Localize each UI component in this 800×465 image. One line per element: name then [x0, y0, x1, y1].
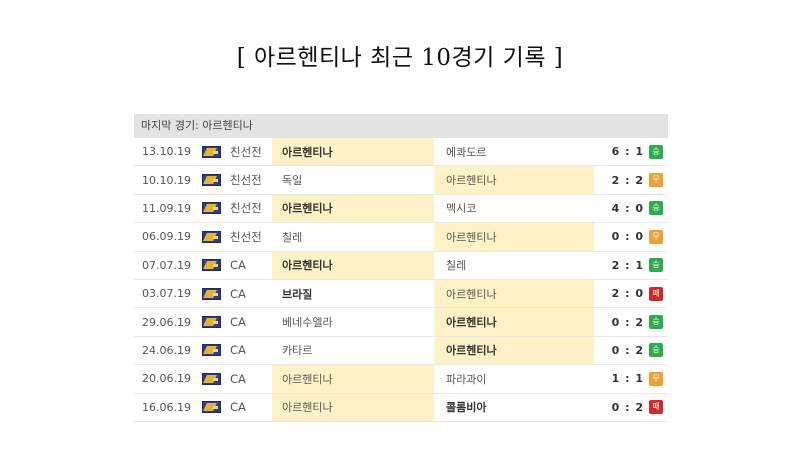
home-team[interactable]: 아르헨티나 — [272, 393, 434, 421]
result-badge: 무 — [649, 229, 663, 244]
competition-flag-icon — [202, 195, 222, 222]
home-team[interactable]: 칠레 — [272, 223, 434, 250]
match-score[interactable]: 4 : 0 — [594, 195, 644, 222]
table-row[interactable]: 20.06.19 CA 아르헨티나 파라과이 1 : 1 무 — [134, 365, 668, 394]
table-row[interactable]: 24.06.19 CA 카타르 아르헨티나 0 : 2 승 — [134, 336, 668, 366]
competition-flag-icon — [202, 252, 222, 279]
home-team[interactable]: 아르헨티나 — [272, 365, 434, 393]
match-score[interactable]: 2 : 1 — [594, 252, 644, 279]
match-date: 03.07.19 — [142, 287, 191, 301]
table-row[interactable]: 07.07.19 CA 아르헨티나 칠레 2 : 1 승 — [134, 251, 668, 280]
result-badge: 승 — [649, 201, 663, 216]
table-row[interactable]: 11.09.19 친선전 아르헨티나 멕시코 4 : 0 승 — [134, 194, 668, 224]
match-score[interactable]: 0 : 2 — [594, 308, 644, 335]
away-team[interactable]: 콜롬비아 — [434, 394, 594, 421]
result-badge: 패 — [649, 400, 663, 415]
competition-flag-icon — [202, 365, 222, 392]
match-date: 16.06.19 — [142, 400, 191, 414]
home-team[interactable]: 아르헨티나 — [272, 194, 434, 223]
match-date: 20.06.19 — [142, 372, 191, 386]
competition-label: CA — [230, 400, 246, 415]
competition-flag-icon — [202, 308, 222, 335]
away-team[interactable]: 아르헨티나 — [434, 223, 594, 251]
match-score[interactable]: 2 : 2 — [594, 166, 644, 193]
competition-label: CA — [230, 343, 246, 358]
table-row[interactable]: 10.10.19 친선전 독일 아르헨티나 2 : 2 무 — [134, 166, 668, 195]
competition-label: CA — [230, 258, 246, 273]
match-date: 13.10.19 — [142, 145, 191, 159]
match-score[interactable]: 0 : 2 — [594, 337, 644, 364]
table-row[interactable]: 06.09.19 친선전 칠레 아르헨티나 0 : 0 무 — [134, 223, 668, 252]
competition-flag-icon — [202, 337, 222, 364]
home-team[interactable]: 브라질 — [272, 280, 434, 307]
match-score[interactable]: 0 : 2 — [594, 394, 644, 421]
table-body: 13.10.19 친선전 아르헨티나 에콰도르 6 : 1 승 10.10.19 친선전 독일 아… — [134, 138, 668, 422]
result-badge: 승 — [649, 144, 663, 159]
table-row[interactable]: 29.06.19 CA 베네수엘라 아르헨티나 0 : 2 승 — [134, 308, 668, 337]
competition-flag-icon — [202, 138, 222, 165]
competition-flag-icon — [202, 394, 222, 421]
page-title: [ 아르헨티나 최근 10경기 기록 ] — [236, 45, 564, 71]
away-team[interactable]: 아르헨티나 — [434, 308, 594, 336]
result-badge: 패 — [649, 286, 663, 301]
away-team[interactable]: 아르헨티나 — [434, 336, 594, 365]
table-row[interactable]: 03.07.19 CA 브라질 아르헨티나 2 : 0 패 — [134, 279, 668, 309]
match-date: 24.06.19 — [142, 343, 191, 357]
match-date: 10.10.19 — [142, 173, 191, 187]
result-badge: 승 — [649, 258, 663, 273]
match-score[interactable]: 2 : 0 — [594, 280, 644, 307]
result-badge: 승 — [649, 315, 663, 330]
result-badge: 무 — [649, 173, 663, 188]
competition-label: 친선전 — [230, 229, 262, 244]
home-team[interactable]: 카타르 — [272, 337, 434, 364]
match-score[interactable]: 6 : 1 — [594, 138, 644, 165]
match-date: 29.06.19 — [142, 315, 191, 329]
home-team[interactable]: 아르헨티나 — [272, 251, 434, 279]
away-team[interactable]: 파라과이 — [434, 365, 594, 392]
match-date: 11.09.19 — [142, 201, 191, 215]
table-row[interactable]: 16.06.19 CA 아르헨티나 콜롬비아 0 : 2 패 — [134, 393, 668, 422]
table-row[interactable]: 13.10.19 친선전 아르헨티나 에콰도르 6 : 1 승 — [134, 138, 668, 167]
away-team[interactable]: 멕시코 — [434, 195, 594, 222]
table-header: 마지막 경기: 아르헨티나 — [134, 114, 668, 138]
competition-label: 친선전 — [230, 201, 262, 216]
match-date: 07.07.19 — [142, 258, 191, 272]
home-team[interactable]: 베네수엘라 — [272, 308, 434, 335]
competition-label: CA — [230, 371, 246, 386]
competition-label: CA — [230, 315, 246, 330]
competition-label: 친선전 — [230, 173, 262, 188]
away-team[interactable]: 아르헨티나 — [434, 279, 594, 308]
match-score[interactable]: 1 : 1 — [594, 365, 644, 392]
competition-flag-icon — [202, 280, 222, 307]
competition-flag-icon — [202, 223, 222, 250]
match-history-table: 마지막 경기: 아르헨티나 13.10.19 친선전 아르헨티나 에콰도르 6 : 1승… — [134, 114, 668, 422]
result-badge: 무 — [649, 371, 663, 386]
competition-flag-icon — [202, 166, 222, 193]
away-team[interactable]: 에콰도르 — [434, 138, 594, 165]
home-team[interactable]: 독일 — [272, 166, 434, 193]
match-score[interactable]: 0 : 0 — [594, 223, 644, 250]
away-team[interactable]: 아르헨티나 — [434, 166, 594, 194]
competition-label: CA — [230, 286, 246, 301]
match-date: 06.09.19 — [142, 230, 191, 244]
result-badge: 승 — [649, 343, 663, 358]
competition-label: 친선전 — [230, 144, 262, 159]
away-team[interactable]: 칠레 — [434, 252, 594, 279]
home-team[interactable]: 아르헨티나 — [272, 138, 434, 166]
